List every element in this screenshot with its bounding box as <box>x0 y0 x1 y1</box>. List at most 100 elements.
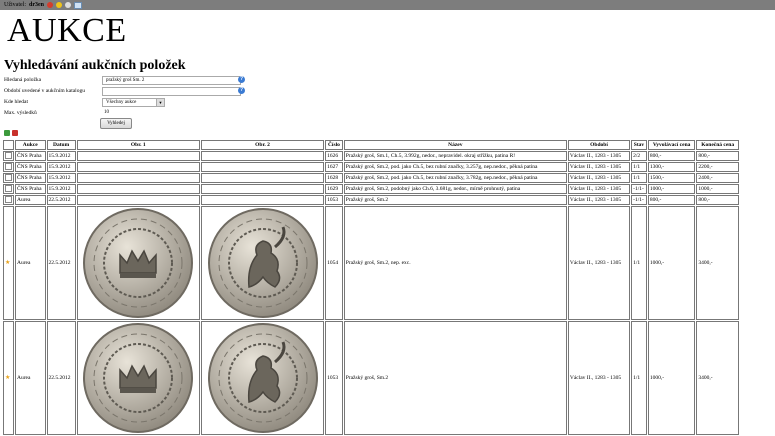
cell-obr1[interactable] <box>76 151 200 161</box>
favorite-star-icon[interactable]: ★ <box>5 375 10 381</box>
col-cislo[interactable]: Číslo <box>325 140 343 150</box>
cell-vyvolavaci: 1000,- <box>647 321 696 435</box>
logout-icon[interactable] <box>47 2 53 8</box>
help-icon[interactable]: ? <box>238 87 245 94</box>
cell-vyvolavaci: 800,- <box>647 195 696 205</box>
table-row[interactable]: ČNS Praha 15.9.2012 1627 Pražský groš, Sm.2… <box>3 162 739 172</box>
user-name[interactable]: dr3en <box>29 0 44 10</box>
search-label: Hledaná položka <box>4 77 42 83</box>
star-icon[interactable] <box>56 2 62 8</box>
coin-reverse-image[interactable] <box>207 322 319 434</box>
cell-obr2[interactable] <box>200 206 325 320</box>
search-button[interactable]: Vyhledej <box>100 118 132 129</box>
cell-obr1[interactable] <box>76 184 200 194</box>
export-excel-icon[interactable] <box>4 130 10 136</box>
cell-obr2[interactable] <box>200 321 325 435</box>
cell-nazev[interactable]: Pražský groš, Sm.2, pod. jako Ch.5, bez … <box>343 173 567 183</box>
col-aukce[interactable]: Aukce <box>15 140 46 150</box>
cell-aukce[interactable]: ČNS Praha <box>15 184 46 194</box>
window-icon[interactable] <box>74 1 82 9</box>
max-label: Max. výsledků <box>4 110 37 116</box>
where-label: Kde hledat <box>4 99 28 105</box>
col-vyvolavaci[interactable]: Vyvolávací cena <box>647 140 696 150</box>
cell-obr1[interactable] <box>76 195 200 205</box>
cell-aukce[interactable]: ČNS Praha <box>15 151 46 161</box>
table-row[interactable]: Aurea 22.5.2012 1053 Pražský groš, Sm.2 Václ… <box>3 195 739 205</box>
cell-cislo: 1628 <box>325 173 343 183</box>
results-table: Aukce Datum Obr. 1 Obr. 2 Číslo Název Ob… <box>2 139 740 436</box>
row-checkbox[interactable] <box>5 196 12 204</box>
cell-obr1[interactable] <box>76 206 200 320</box>
cell-obr1[interactable] <box>76 321 200 435</box>
col-datum[interactable]: Datum <box>46 140 76 150</box>
cell-stav: 2/2 <box>631 151 647 161</box>
cell-cislo: 1053 <box>325 321 343 435</box>
table-row[interactable]: ★ Aurea 22.5.2012 1054 Pražský groš, Sm.2, n… <box>3 206 739 320</box>
cell-cislo: 1053 <box>325 195 343 205</box>
col-obdobi[interactable]: Období <box>567 140 631 150</box>
col-stav[interactable]: Stav <box>631 140 647 150</box>
cell-nazev[interactable]: Pražský groš, Sm.2 <box>343 321 567 435</box>
cell-datum: 22.5.2012 <box>46 206 76 320</box>
cell-obdobi: Václav II., 1283 - 1305 <box>567 151 631 161</box>
cell-aukce[interactable]: ČNS Praha <box>15 162 46 172</box>
coin-obverse-image[interactable] <box>82 207 194 319</box>
row-checkbox[interactable] <box>5 152 12 160</box>
row-select-cell[interactable] <box>3 195 14 205</box>
row-checkbox[interactable] <box>5 163 12 171</box>
cell-vyvolavaci: 1300,- <box>647 162 696 172</box>
cell-datum: 22.5.2012 <box>46 321 76 435</box>
cell-aukce[interactable]: Aurea <box>15 321 46 435</box>
cell-nazev[interactable]: Pražský groš, Sm.2, nep. exc. <box>343 206 567 320</box>
table-tools <box>4 130 18 136</box>
cell-aukce[interactable]: Aurea <box>15 195 46 205</box>
cell-nazev[interactable]: Pražský groš, Sm.1, Ch.5, 3.992g, nedor.… <box>343 151 567 161</box>
cell-cislo: 1627 <box>325 162 343 172</box>
cell-obr2[interactable] <box>200 173 325 183</box>
row-checkbox[interactable] <box>5 174 12 182</box>
cell-datum: 22.5.2012 <box>46 195 76 205</box>
col-nazev[interactable]: Název <box>343 140 567 150</box>
chevron-down-icon[interactable]: ▼ <box>156 99 164 106</box>
coin-reverse-image[interactable] <box>207 207 319 319</box>
period-input[interactable] <box>102 87 241 96</box>
cell-nazev[interactable]: Pražský groš, Sm.2 <box>343 195 567 205</box>
row-select-cell[interactable]: ★ <box>3 206 14 320</box>
search-input[interactable]: pražský groš Sm. 2 <box>102 76 241 85</box>
favorite-star-icon[interactable]: ★ <box>5 260 10 266</box>
cell-obr2[interactable] <box>200 162 325 172</box>
site-logo[interactable]: AUKCE <box>7 13 775 49</box>
cell-nazev[interactable]: Pražský groš, Sm.2, pod. jako Ch.5, bez … <box>343 162 567 172</box>
cell-obr1[interactable] <box>76 162 200 172</box>
row-select-cell[interactable]: ★ <box>3 321 14 435</box>
cell-obr1[interactable] <box>76 173 200 183</box>
cell-konecna: 800,- <box>696 151 739 161</box>
cell-konecna: 1000,- <box>696 184 739 194</box>
cell-cislo: 1054 <box>325 206 343 320</box>
coin-obverse-image[interactable] <box>82 322 194 434</box>
cell-aukce[interactable]: ČNS Praha <box>15 173 46 183</box>
table-row[interactable]: ČNS Praha 15.9.2012 1629 Pražský groš, Sm.2… <box>3 184 739 194</box>
row-select-cell[interactable] <box>3 173 14 183</box>
table-row[interactable]: ★ Aurea 22.5.2012 1053 Pražský groš, Sm.2 Vác… <box>3 321 739 435</box>
cell-obr2[interactable] <box>200 184 325 194</box>
settings-icon[interactable] <box>65 2 71 8</box>
table-row[interactable]: ČNS Praha 15.9.2012 1626 Pražský groš, Sm.1… <box>3 151 739 161</box>
help-icon[interactable]: ? <box>238 76 245 83</box>
cell-aukce[interactable]: Aurea <box>15 206 46 320</box>
row-select-cell[interactable] <box>3 184 14 194</box>
col-konecna[interactable]: Konečná cena <box>696 140 739 150</box>
cell-nazev[interactable]: Pražský groš, Sm.2, podobný jako Ch.6, 3… <box>343 184 567 194</box>
row-select-cell[interactable] <box>3 151 14 161</box>
cell-obr2[interactable] <box>200 195 325 205</box>
cell-obdobi: Václav II., 1283 - 1305 <box>567 184 631 194</box>
max-input[interactable]: 10 <box>104 110 109 115</box>
cell-obr2[interactable] <box>200 151 325 161</box>
auction-select[interactable]: Všechny aukce ▼ <box>102 98 165 107</box>
cell-stav: -1/1- <box>631 184 647 194</box>
row-checkbox[interactable] <box>5 185 12 193</box>
cell-stav: -1/1- <box>631 195 647 205</box>
row-select-cell[interactable] <box>3 162 14 172</box>
export-pdf-icon[interactable] <box>12 130 18 136</box>
table-row[interactable]: ČNS Praha 15.9.2012 1628 Pražský groš, Sm.2… <box>3 173 739 183</box>
